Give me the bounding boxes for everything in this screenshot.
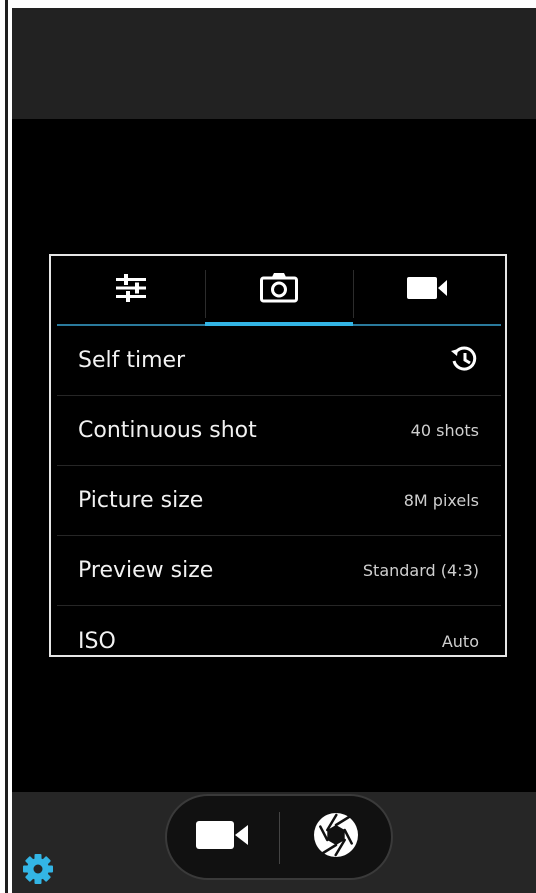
tab-video-settings[interactable]: [353, 262, 501, 326]
capture-controls: [165, 794, 393, 880]
setting-row-iso[interactable]: ISO Auto: [57, 606, 501, 655]
camera-settings-button[interactable]: [20, 851, 56, 887]
setting-value: 8M pixels: [403, 491, 479, 510]
camera-screen: Self timer Continuous shot 40 shots Pict…: [12, 8, 536, 893]
camera-icon: [260, 273, 298, 307]
sliders-icon: [114, 273, 148, 307]
setting-row-continuous-shot[interactable]: Continuous shot 40 shots: [57, 396, 501, 466]
setting-label: Preview size: [78, 558, 214, 583]
timer-icon: [449, 344, 479, 378]
setting-row-self-timer[interactable]: Self timer: [57, 326, 501, 396]
tab-general-settings[interactable]: [57, 262, 205, 326]
shutter-aperture-icon: [313, 812, 359, 862]
gear-icon: [20, 854, 56, 891]
left-edge-line: [5, 0, 8, 893]
controls-divider: [279, 812, 280, 864]
tab-photo-settings[interactable]: [205, 262, 353, 326]
video-camera-icon: [407, 277, 447, 303]
shutter-button[interactable]: [281, 796, 391, 878]
setting-label: ISO: [78, 628, 116, 654]
setting-value: Auto: [441, 631, 479, 651]
settings-list: Self timer Continuous shot 40 shots Pict…: [57, 326, 501, 655]
setting-label: Continuous shot: [78, 418, 257, 443]
left-margin: [0, 0, 12, 893]
top-bar: [12, 8, 536, 119]
setting-label: Self timer: [78, 348, 186, 373]
video-camera-icon: [196, 821, 248, 853]
setting-value: Standard (4:3): [362, 561, 479, 580]
setting-label: Picture size: [78, 488, 204, 513]
setting-value: 40 shots: [410, 421, 479, 440]
setting-row-preview-size[interactable]: Preview size Standard (4:3): [57, 536, 501, 606]
camera-settings-panel: Self timer Continuous shot 40 shots Pict…: [49, 254, 507, 657]
settings-tabs: [57, 262, 501, 326]
setting-row-picture-size[interactable]: Picture size 8M pixels: [57, 466, 501, 536]
video-record-button[interactable]: [167, 796, 277, 878]
